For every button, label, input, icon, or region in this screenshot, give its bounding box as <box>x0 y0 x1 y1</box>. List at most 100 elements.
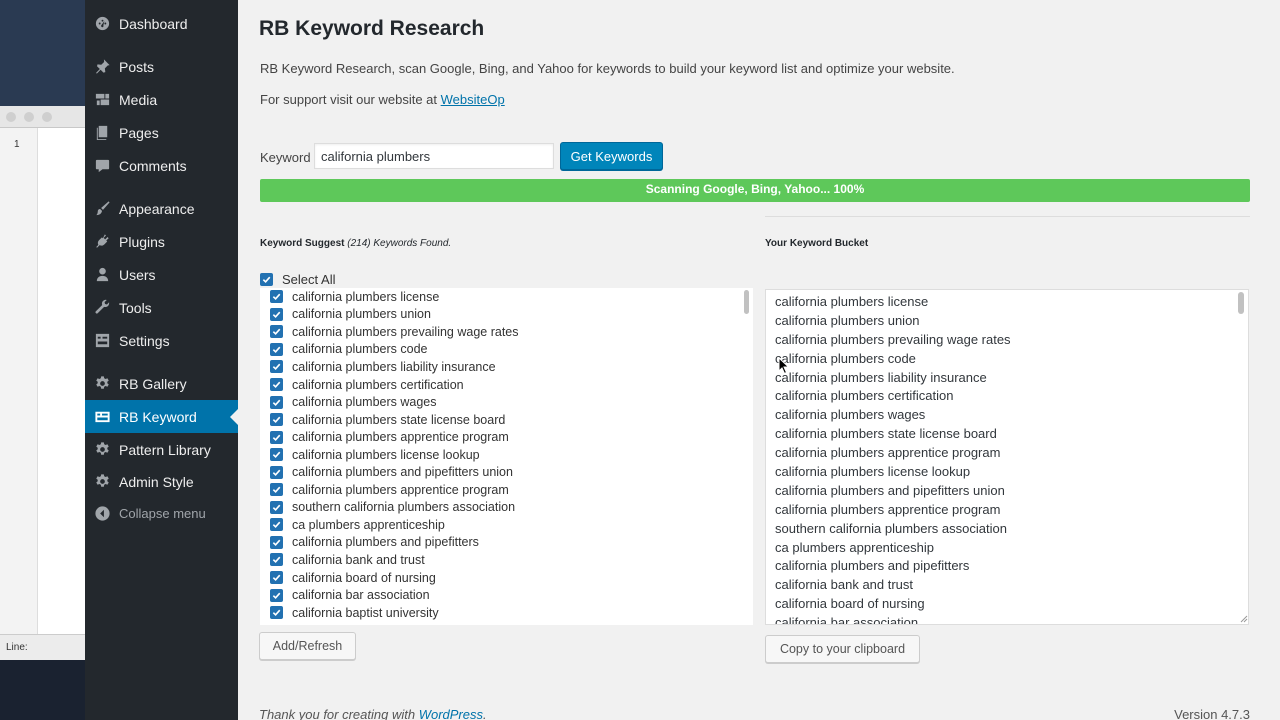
checkbox-checked-icon[interactable] <box>270 465 283 479</box>
checkbox-checked-icon[interactable] <box>270 571 283 585</box>
keyword-suggest-item[interactable]: california plumbers prevailing wage rate… <box>270 323 519 341</box>
checkbox-checked-icon[interactable] <box>270 307 283 321</box>
bucket-scrollbar[interactable] <box>1238 292 1244 314</box>
checkbox-checked-icon[interactable] <box>270 378 283 391</box>
keyword-suggest-item[interactable]: california bar association <box>270 586 519 604</box>
menu-item-posts[interactable]: Posts <box>85 50 238 83</box>
menu-item-pages[interactable]: Pages <box>85 116 238 149</box>
checkbox-checked-icon[interactable] <box>270 535 283 549</box>
checkbox-checked-icon[interactable] <box>270 290 283 304</box>
checkbox-checked-icon[interactable] <box>270 553 283 567</box>
checkbox-checked-icon[interactable] <box>270 430 283 444</box>
checkbox-checked-icon[interactable] <box>270 448 283 462</box>
keyword-bucket-heading: Your Keyword Bucket <box>765 238 869 249</box>
keyword-suggest-item[interactable]: california baptist university <box>270 604 519 622</box>
brush-icon <box>93 200 111 218</box>
checkbox-checked-icon[interactable] <box>270 588 283 602</box>
website-link[interactable]: WebsiteOp <box>441 92 505 107</box>
plug-icon <box>93 233 111 251</box>
settings-icon <box>93 332 111 350</box>
keyword-suggest-item[interactable]: california plumbers code <box>270 341 519 359</box>
menu-item-settings[interactable]: Settings <box>85 324 238 357</box>
keyword-suggest-item[interactable]: california board of nursing <box>270 569 519 587</box>
keyword-suggest-item[interactable]: california plumbers and pipefitters unio… <box>270 463 519 481</box>
keyword-suggest-item[interactable]: california plumbers state license board <box>270 411 519 429</box>
menu-item-pattern-library[interactable]: Pattern Library <box>85 433 238 466</box>
checkbox-checked-icon[interactable] <box>270 518 283 532</box>
version-text: Version 4.7.3 <box>1174 707 1250 720</box>
keyword-suggest-list[interactable]: california plumbers license california pl… <box>260 288 753 625</box>
gear-icon <box>93 375 111 393</box>
collapse-menu-label: Collapse menu <box>119 506 206 521</box>
checkbox-checked-icon[interactable] <box>270 342 283 356</box>
bucket-keyword-line: california plumbers apprentice program <box>775 501 1001 517</box>
bucket-keyword-line: california plumbers wages <box>775 407 926 423</box>
bucket-keyword-line: california bar association <box>775 615 919 625</box>
menu-item-rb-gallery[interactable]: RB Gallery <box>85 367 238 400</box>
checkbox-checked-icon[interactable] <box>270 483 283 497</box>
keyword-suggest-label: california plumbers union <box>292 307 431 322</box>
checkbox-checked-icon[interactable] <box>270 500 283 514</box>
checkbox-checked-icon[interactable] <box>270 360 283 374</box>
keyword-suggest-item[interactable]: california plumbers and pipefitters <box>270 534 519 552</box>
wrench-icon <box>93 299 111 317</box>
keyword-bucket-textarea[interactable]: california plumbers license california pl… <box>765 289 1249 625</box>
menu-item-users[interactable]: Users <box>85 258 238 291</box>
keyword-suggest-item[interactable]: california plumbers union <box>270 306 519 324</box>
keyword-suggest-item[interactable]: california bank and trust <box>270 551 519 569</box>
keyword-suggest-item[interactable]: california plumbers liability insurance <box>270 358 519 376</box>
keyword-suggest-item[interactable]: southern california plumbers association <box>270 499 519 517</box>
menu-item-label: Pages <box>119 124 159 141</box>
resize-handle-icon[interactable] <box>1238 613 1248 623</box>
checkbox-checked-icon[interactable] <box>260 273 273 286</box>
menu-item-label: Posts <box>119 58 155 75</box>
menu-item-label: Pattern Library <box>119 441 211 458</box>
checkbox-checked-icon[interactable] <box>270 413 283 427</box>
get-keywords-button[interactable]: Get Keywords <box>560 142 663 170</box>
menu-item-plugins[interactable]: Plugins <box>85 225 238 258</box>
select-all-checkbox[interactable]: Select All <box>260 272 335 287</box>
bucket-keyword-line: california board of nursing <box>775 596 925 612</box>
wordpress-link[interactable]: WordPress <box>419 707 483 720</box>
keyword-suggest-item[interactable]: ca plumbers apprenticeship <box>270 516 519 534</box>
keyword-suggest-item[interactable]: california plumbers apprentice program <box>270 481 519 499</box>
checkbox-checked-icon[interactable] <box>270 606 283 620</box>
bucket-keyword-line: california plumbers state license board <box>775 426 997 442</box>
copy-clipboard-button[interactable]: Copy to your clipboard <box>765 635 920 663</box>
keyword-suggest-label: california plumbers apprentice program <box>292 482 509 497</box>
collapse-menu-button[interactable]: Collapse menu <box>85 497 238 530</box>
keyword-suggest-label: california baptist university <box>292 605 439 620</box>
scan-progress-bar: Scanning Google, Bing, Yahoo... 100% <box>260 179 1250 202</box>
menu-item-label: Tools <box>119 299 152 316</box>
user-icon <box>93 266 111 284</box>
keyword-suggest-item[interactable]: california plumbers license lookup <box>270 446 519 464</box>
menu-item-appearance[interactable]: Appearance <box>85 192 238 225</box>
background-window-titlebar <box>0 106 85 128</box>
suggest-scrollbar[interactable] <box>744 290 749 314</box>
menu-item-label: Comments <box>119 157 187 174</box>
menu-item-dashboard[interactable]: Dashboard <box>85 7 238 40</box>
keyword-input[interactable] <box>314 143 554 169</box>
bucket-keyword-line: california plumbers apprentice program <box>775 445 1001 461</box>
line-gutter <box>0 128 38 634</box>
bucket-keyword-line: california plumbers union <box>775 312 920 328</box>
divider <box>765 216 1250 217</box>
menu-item-tools[interactable]: Tools <box>85 291 238 324</box>
admin-menu: Dashboard Posts Media Pages Comments Appearan… <box>85 0 238 720</box>
window-minimize-dot[interactable] <box>24 112 34 122</box>
menu-item-admin-style[interactable]: Admin Style <box>85 465 238 498</box>
checkbox-checked-icon[interactable] <box>270 325 283 339</box>
menu-item-label: Dashboard <box>119 15 188 32</box>
window-close-dot[interactable] <box>6 112 16 122</box>
menu-item-media[interactable]: Media <box>85 83 238 116</box>
keyword-suggest-item[interactable]: california plumbers wages <box>270 393 519 411</box>
window-zoom-dot[interactable] <box>42 112 52 122</box>
collapse-icon <box>93 505 111 523</box>
add-refresh-button[interactable]: Add/Refresh <box>259 632 356 660</box>
checkbox-checked-icon[interactable] <box>270 395 283 409</box>
keyword-suggest-item[interactable]: california plumbers apprentice program <box>270 428 519 446</box>
menu-item-comments[interactable]: Comments <box>85 149 238 182</box>
keyword-suggest-item[interactable]: california plumbers license <box>270 288 519 306</box>
menu-item-rb-keyword[interactable]: RB Keyword <box>85 400 238 433</box>
keyword-suggest-item[interactable]: california plumbers certification <box>270 376 519 394</box>
